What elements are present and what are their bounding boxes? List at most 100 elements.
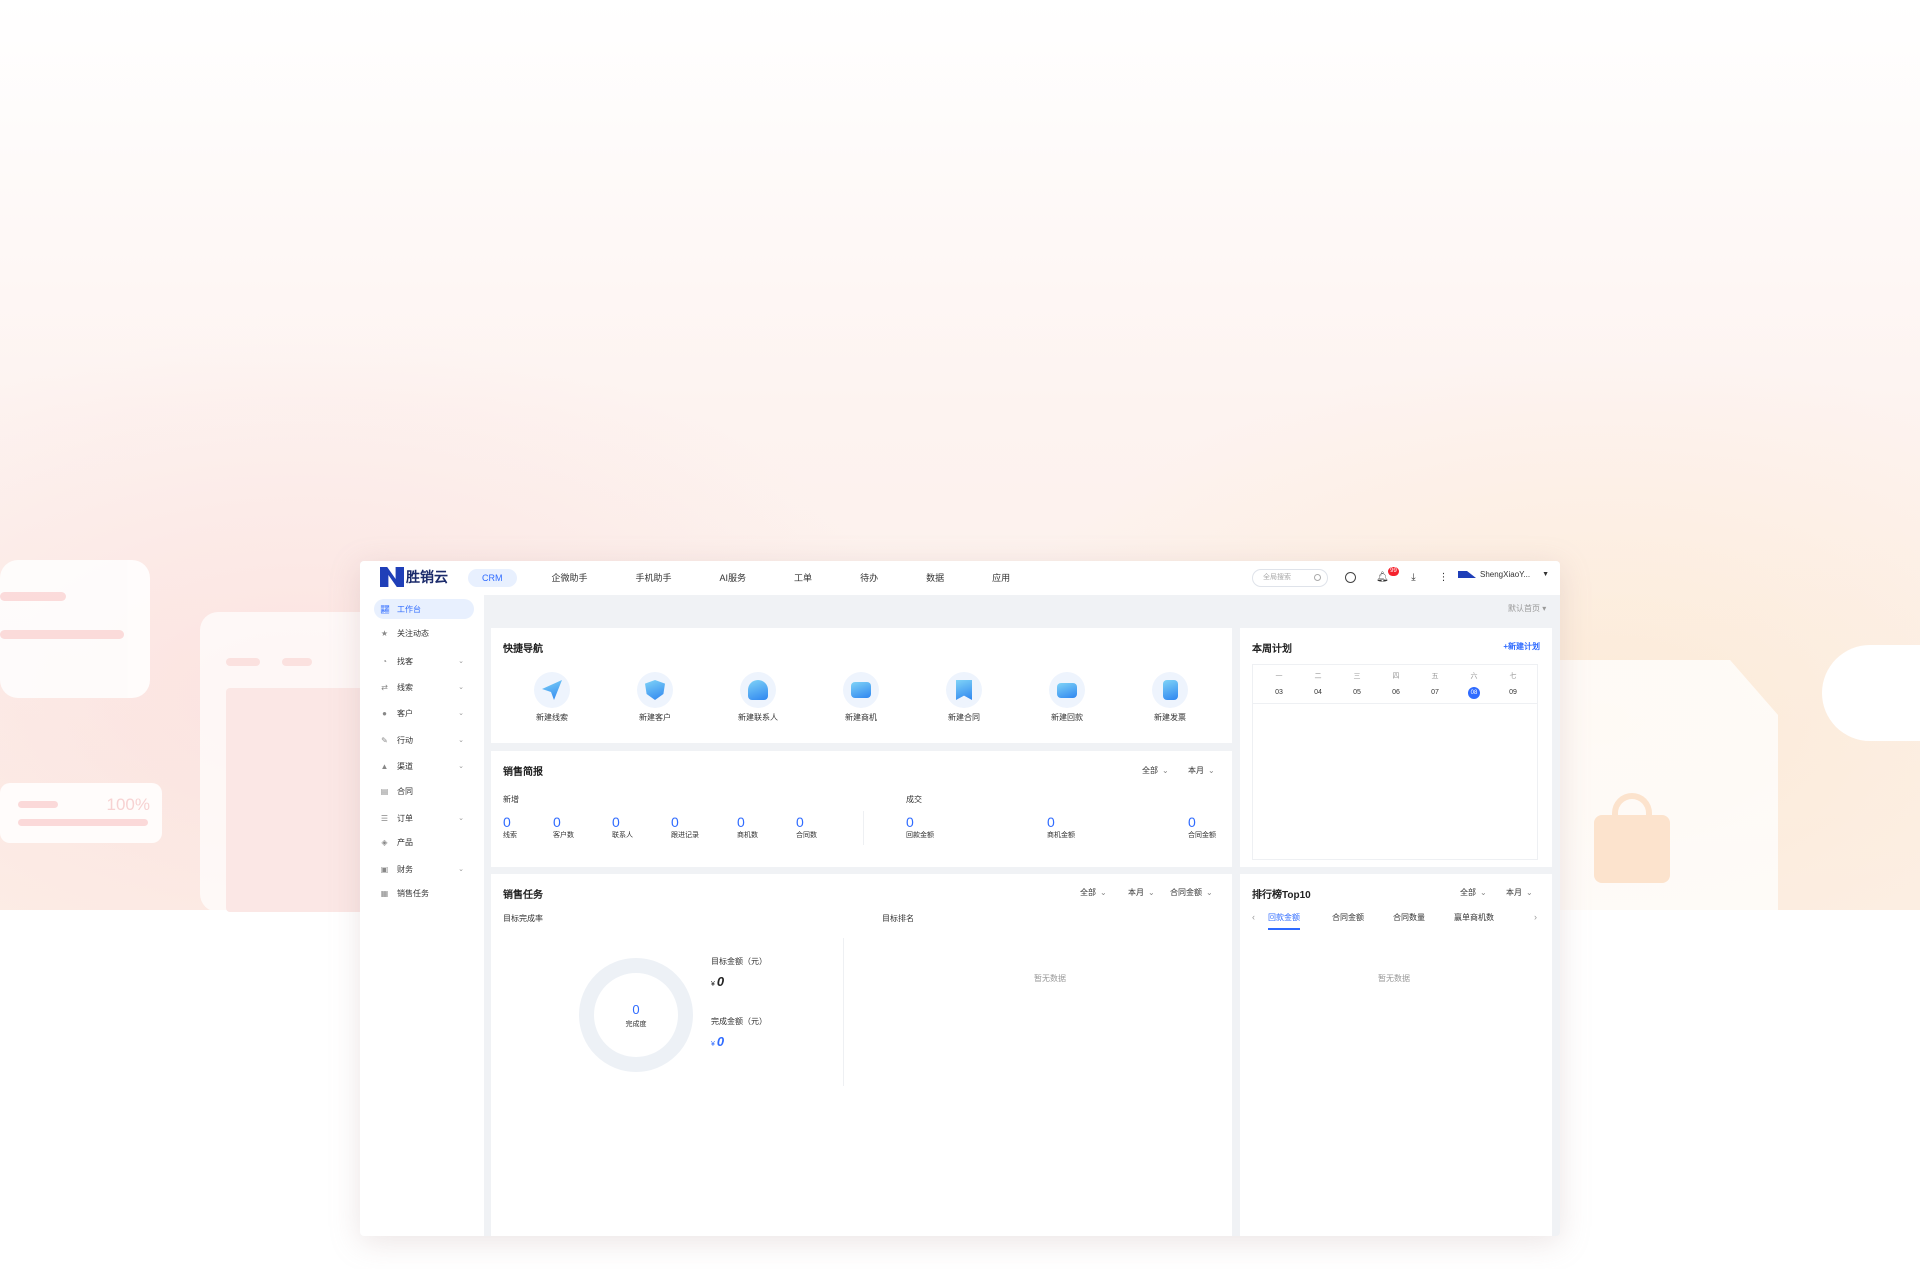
topnav-data[interactable]: 数据 (913, 569, 957, 587)
empty-state: 暂无数据 (1034, 974, 1066, 983)
sidebar-item-label: 工作台 (397, 604, 421, 614)
chevron-down-icon: ⌄ (1526, 888, 1533, 897)
user-menu[interactable]: ShengXiaoY... ▼ (1458, 570, 1549, 579)
sidebar-item-label: 订单 (397, 813, 413, 823)
chevron-down-icon: ⌄ (458, 737, 464, 744)
scope-filter[interactable]: 全部 ⌄ (1142, 765, 1169, 776)
sidebar-item-finance[interactable]: ▣ 财务 ⌄ (374, 859, 474, 879)
ring-label: 完成度 (625, 1020, 647, 1028)
sidebar-item-label: 找客 (397, 656, 413, 666)
home-selector[interactable]: 默认首页 ▾ (1508, 603, 1546, 614)
new-plan-button[interactable]: +新建计划 (1503, 641, 1540, 652)
user-name: ShengXiaoY... (1480, 570, 1531, 579)
deco-line (0, 630, 124, 639)
completion-rate-label: 目标完成率 (503, 914, 543, 923)
quick-nav-title: 快捷导航 (503, 644, 543, 655)
stat-contracts[interactable]: 0 合同数 (796, 814, 856, 840)
sidebar-item-label: 财务 (397, 864, 413, 874)
new-lead-button[interactable]: 新建线索 (522, 672, 582, 723)
tab-won-opportunities[interactable]: 赢单商机数 (1454, 912, 1494, 930)
star-icon: ★ (380, 628, 389, 638)
sidebar-item-label: 行动 (397, 735, 413, 745)
calendar-day[interactable]: 七 09 (1498, 671, 1528, 699)
logo[interactable]: 胜销云 (380, 567, 448, 587)
topnav-crm[interactable]: CRM (468, 569, 517, 587)
topnav-apps[interactable]: 应用 (979, 569, 1023, 587)
stat-contacts[interactable]: 0 联系人 (612, 814, 672, 840)
tab-contract-amount[interactable]: 合同金额 (1332, 912, 1364, 930)
bell-icon[interactable]: 🔔︎ (1376, 572, 1389, 583)
sidebar-item-leads[interactable]: ⇄ 线索 ⌄ (374, 677, 474, 697)
chevron-right-icon[interactable]: › (1534, 912, 1537, 922)
sidebar-item-orders[interactable]: ☰ 订单 ⌄ (374, 808, 474, 828)
download-icon[interactable]: ⤓ (1408, 572, 1419, 583)
topnav-todo[interactable]: 待办 (847, 569, 891, 587)
wallet-icon: ▣ (380, 864, 389, 874)
new-invoice-button[interactable]: 新建发票 (1140, 672, 1200, 723)
calendar-day[interactable]: 二 04 (1303, 671, 1333, 699)
invoice-icon (1152, 672, 1188, 708)
global-search-input[interactable]: 全局搜索 (1252, 569, 1328, 587)
stat-followups[interactable]: 0 跟进记录 (671, 814, 731, 840)
scope-filter[interactable]: 全部 ⌄ (1460, 887, 1487, 898)
period-filter[interactable]: 本月 ⌄ (1188, 765, 1215, 776)
settings-icon[interactable] (1345, 572, 1356, 583)
sidebar-item-label: 关注动态 (397, 628, 429, 638)
calendar-day-today[interactable]: 六 08 (1459, 671, 1489, 699)
stat-contract-amount[interactable]: 0 合同金额 (1188, 814, 1228, 840)
chevron-left-icon[interactable]: ‹ (1252, 912, 1255, 922)
new-contact-button[interactable]: 新建联系人 (728, 672, 788, 723)
ring-value: 0 (632, 1001, 640, 1017)
scope-filter[interactable]: 全部 ⌄ (1080, 887, 1107, 898)
ranking-title: 排行榜Top10 (1252, 890, 1311, 901)
topnav-wecom-assistant[interactable]: 企微助手 (539, 569, 601, 587)
sidebar-item-actions[interactable]: ✎ 行动 ⌄ (374, 730, 474, 750)
more-icon[interactable]: ⋮ (1438, 572, 1449, 583)
search-icon[interactable] (1314, 574, 1321, 581)
period-filter[interactable]: 本月 ⌄ (1506, 887, 1533, 898)
sidebar-item-find-customers[interactable]: ◔ 找客 ⌄ (374, 651, 474, 671)
calendar-day[interactable]: 三 05 (1342, 671, 1372, 699)
deco-line (0, 592, 66, 601)
sidebar-item-workbench[interactable]: 📈︎ 工作台 (374, 599, 474, 619)
topnav-mobile-assistant[interactable]: 手机助手 (623, 569, 685, 587)
new-payment-button[interactable]: 新建回款 (1037, 672, 1097, 723)
deco-cloud-icon (1822, 645, 1920, 741)
tab-contract-count[interactable]: 合同数量 (1393, 912, 1425, 930)
chevron-down-icon: ⌄ (1480, 888, 1487, 897)
stat-opportunities[interactable]: 0 商机数 (737, 814, 797, 840)
calendar-day[interactable]: 一 03 (1264, 671, 1294, 699)
group-icon: ▲ (380, 761, 389, 771)
stat-opportunity-amount[interactable]: 0 商机金额 (1047, 814, 1107, 840)
tab-payment-amount[interactable]: 回款金额 (1268, 912, 1300, 930)
chevron-down-icon: ⌄ (1100, 888, 1107, 897)
ranking-tabs: ‹ 回款金额 合同金额 合同数量 赢单商机数 › (1252, 912, 1540, 934)
chevron-down-icon: ⌄ (1206, 888, 1213, 897)
sidebar-item-sales-tasks[interactable]: ▦ 销售任务 (374, 883, 474, 903)
metric-filter[interactable]: 合同金额 ⌄ (1170, 887, 1213, 898)
calendar-day[interactable]: 五 07 (1420, 671, 1450, 699)
target-amount-value: ¥0 (711, 974, 725, 989)
caret-down-icon: ▾ (1542, 604, 1547, 613)
new-contract-button[interactable]: 新建合同 (934, 672, 994, 723)
sidebar-item-products[interactable]: ◈ 产品 (374, 832, 474, 852)
caret-down-icon: ▼ (1542, 571, 1550, 578)
contact-icon (740, 672, 776, 708)
new-customer-button[interactable]: 新建客户 (625, 672, 685, 723)
sidebar-item-follow[interactable]: ★ 关注动态 (374, 623, 474, 643)
new-opportunity-button[interactable]: 新建商机 (831, 672, 891, 723)
sidebar-item-customers[interactable]: ● 客户 ⌄ (374, 703, 474, 723)
top-nav: CRM 企微助手 手机助手 AI服务 工单 待办 数据 应用 (468, 569, 1045, 587)
deco-line (18, 801, 58, 808)
topnav-tickets[interactable]: 工单 (781, 569, 825, 587)
topnav-ai-service[interactable]: AI服务 (707, 569, 760, 587)
sidebar-item-contracts[interactable]: ▤ 合同 (374, 781, 474, 801)
period-filter[interactable]: 本月 ⌄ (1128, 887, 1155, 898)
calendar-day[interactable]: 四 06 (1381, 671, 1411, 699)
stat-payment-amount[interactable]: 0 回款金额 (906, 814, 966, 840)
sidebar-item-channels[interactable]: ▲ 渠道 ⌄ (374, 756, 474, 776)
chart-icon: 📈︎ (380, 604, 391, 614)
doc-icon: ▤ (380, 786, 389, 796)
stat-customers[interactable]: 0 客户数 (553, 814, 613, 840)
deco-progress-card: 100% (0, 783, 162, 843)
